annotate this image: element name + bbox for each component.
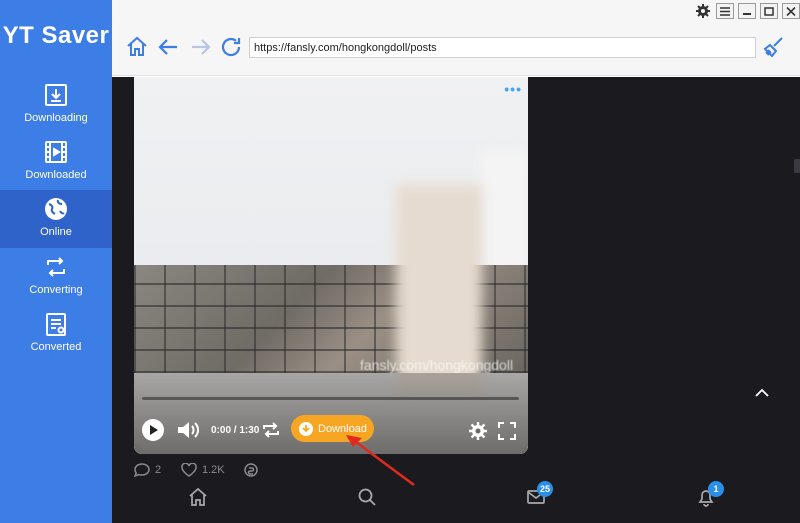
notifications-badge: 1	[708, 481, 724, 497]
sidebar-item-downloading[interactable]: Downloading	[0, 76, 112, 134]
messages-nav[interactable]: 25	[526, 481, 554, 507]
comment-stat[interactable]: 2	[134, 463, 161, 477]
messages-badge: 25	[537, 481, 554, 497]
sidebar-item-label: Converted	[30, 341, 82, 353]
video-time: 0:00 / 1:30	[211, 425, 260, 436]
fullscreen-icon[interactable]	[497, 421, 517, 441]
back-icon[interactable]	[156, 35, 180, 59]
home-nav-icon[interactable]	[188, 487, 208, 507]
heart-icon	[181, 463, 197, 477]
scroll-up-icon[interactable]	[755, 388, 769, 398]
refresh-icon[interactable]	[219, 35, 243, 59]
settings-icon[interactable]	[694, 3, 712, 19]
web-content: fansly.com/hongkongdoll ••• 0:00 / 1:30 …	[112, 77, 800, 523]
gear-icon[interactable]	[468, 421, 488, 441]
sidebar-item-label: Converting	[29, 284, 83, 296]
forward-icon[interactable]	[189, 35, 213, 59]
progress-bar[interactable]	[142, 397, 519, 400]
sidebar-item-label: Downloading	[24, 112, 88, 124]
film-icon	[45, 141, 67, 163]
menu-button[interactable]	[716, 3, 734, 19]
video-post-card: fansly.com/hongkongdoll ••• 0:00 / 1:30 …	[134, 77, 528, 454]
notifications-nav[interactable]: 1	[696, 481, 724, 507]
maximize-button[interactable]	[760, 3, 778, 19]
search-icon[interactable]	[357, 487, 377, 507]
sidebar-item-label: Downloaded	[25, 169, 87, 181]
comment-icon	[134, 463, 150, 477]
bottom-navigation: 25 1	[112, 477, 800, 523]
convert-icon	[47, 257, 65, 277]
globe-icon	[45, 198, 67, 220]
document-icon	[46, 313, 66, 336]
sidebar-item-downloaded[interactable]: Downloaded	[0, 133, 112, 191]
scrollbar-handle[interactable]	[794, 159, 800, 173]
sidebar: YT Saver Downloading Downloaded Online C…	[0, 0, 112, 523]
sidebar-item-online[interactable]: Online	[0, 190, 112, 248]
close-button[interactable]	[782, 3, 800, 19]
volume-icon[interactable]	[176, 420, 200, 440]
video-watermark: fansly.com/hongkongdoll	[360, 357, 514, 373]
url-input[interactable]	[249, 37, 756, 58]
tip-icon	[244, 463, 258, 477]
play-icon[interactable]	[142, 419, 164, 441]
close-icon	[786, 6, 796, 16]
maximize-icon	[764, 6, 774, 16]
download-logo-icon	[299, 421, 313, 436]
download-icon	[45, 84, 67, 106]
like-count: 1.2K	[202, 464, 225, 476]
minimize-button[interactable]	[738, 3, 756, 19]
browser-toolbar	[112, 0, 800, 76]
more-options-icon[interactable]: •••	[504, 81, 522, 97]
comment-count: 2	[155, 464, 162, 476]
menu-icon	[720, 6, 730, 16]
tip-stat[interactable]	[243, 463, 259, 477]
sidebar-item-converting[interactable]: Converting	[0, 248, 112, 306]
sidebar-item-label: Online	[40, 226, 72, 238]
app-title: YT Saver	[2, 22, 110, 49]
sidebar-item-converted[interactable]: Converted	[0, 305, 112, 363]
minimize-icon	[743, 12, 751, 15]
download-button-label: Download	[318, 422, 367, 435]
like-stat[interactable]: 1.2K	[181, 463, 225, 477]
loop-icon[interactable]	[261, 421, 281, 439]
broom-icon[interactable]	[762, 35, 786, 59]
home-icon[interactable]	[125, 35, 149, 59]
